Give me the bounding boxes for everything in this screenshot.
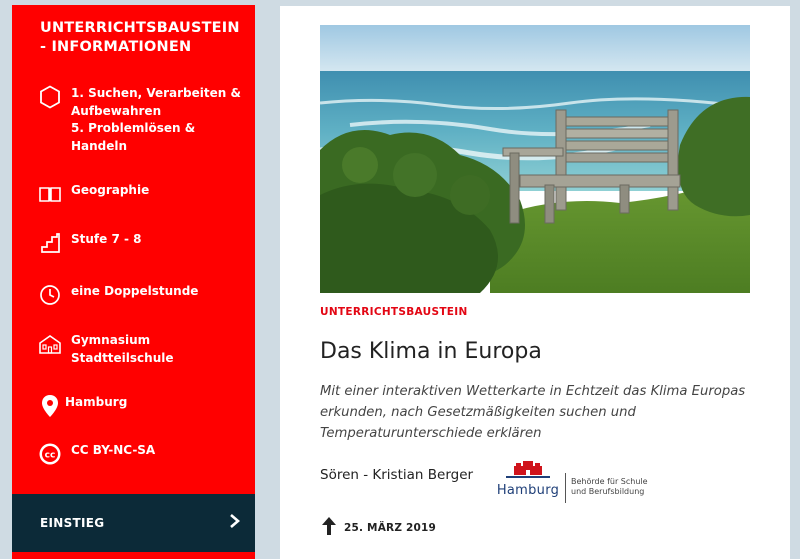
hamburg-agency-logo: Hamburg Behörde für Schule und Berufsbil… (495, 458, 648, 503)
einstieg-label: EINSTIEG (40, 516, 105, 530)
stairs-icon (38, 231, 62, 255)
school-building-icon (38, 332, 62, 356)
article-card: UNTERRICHTSBAUSTEIN Das Klima in Europa … (280, 6, 790, 559)
article-subtitle: Mit einer interaktiven Wetterkarte in Ec… (320, 381, 760, 444)
sidebar-title: UNTERRICHTSBAUSTEIN - INFORMATIONEN (40, 20, 240, 55)
logo-separator (565, 473, 566, 503)
sidebar-item-label: CC BY-NC-SA (71, 443, 156, 457)
sidebar-item-label: eine Doppelstunde (71, 284, 199, 298)
article-kicker: UNTERRICHTSBAUSTEIN (320, 306, 468, 318)
sidebar-item-location: Hamburg (38, 394, 127, 418)
info-sidebar: UNTERRICHTSBAUSTEIN - INFORMATIONEN 1. S… (12, 5, 255, 559)
sidebar-item-label: 1. Suchen, Verarbeiten & (71, 86, 241, 100)
svg-text:cc: cc (45, 451, 56, 461)
book-icon (38, 182, 62, 206)
logo-wordmark: Hamburg (496, 483, 560, 498)
article-author: Sören - Kristian Berger (320, 467, 474, 483)
sidebar-item-label: Stadtteilschule (71, 350, 174, 365)
sidebar-item-subject: Geographie (38, 182, 149, 206)
sidebar-item-level: Stufe 7 - 8 (38, 231, 142, 255)
hero-image (320, 25, 750, 293)
subtitle-line: erkunden, nach Gesetzmäßigkeiten suchen … (320, 405, 636, 420)
sidebar-item-label: 5. Problemlösen & (71, 121, 196, 135)
subtitle-line: Mit einer interaktiven Wetterkarte in Ec… (320, 384, 746, 399)
publish-date: 25. MÄRZ 2019 (344, 522, 437, 534)
hexagon-icon (38, 85, 62, 109)
einstieg-button[interactable]: EINSTIEG (12, 494, 255, 552)
sidebar-item-label: Geographie (71, 183, 150, 197)
sidebar-item-label: Aufbewahren (71, 103, 162, 118)
date-row: 25. MÄRZ 2019 (322, 517, 436, 539)
chevron-right-icon (228, 513, 242, 533)
subtitle-line: Temperaturunterschiede erklären (320, 426, 542, 441)
logo-agency-line: Behörde für Schule (571, 477, 648, 486)
sidebar-item-label: Handeln (71, 138, 128, 153)
arrow-up-icon[interactable] (322, 517, 336, 539)
sidebar-item-license: cc CC BY-NC-SA (38, 442, 155, 466)
sidebar-bottom-strip (12, 552, 255, 559)
article-title: Das Klima in Europa (320, 339, 542, 364)
logo-agency-line: und Berufsbildung (571, 487, 645, 496)
sidebar-item-label: Gymnasium (71, 333, 151, 347)
location-pin-icon (38, 394, 62, 418)
sidebar-item-school-type: Gymnasium Stadtteilschule (38, 332, 174, 367)
hamburg-castle-icon (506, 458, 550, 482)
sidebar-item-duration: eine Doppelstunde (38, 283, 198, 307)
sidebar-item-label: Stufe 7 - 8 (71, 232, 142, 246)
creative-commons-icon: cc (38, 442, 62, 466)
sidebar-item-competencies: 1. Suchen, Verarbeiten & Aufbewahren 5. … (38, 85, 241, 155)
sidebar-item-label: Hamburg (65, 395, 128, 409)
clock-icon (38, 283, 62, 307)
bench-by-the-sea-image (320, 25, 750, 293)
